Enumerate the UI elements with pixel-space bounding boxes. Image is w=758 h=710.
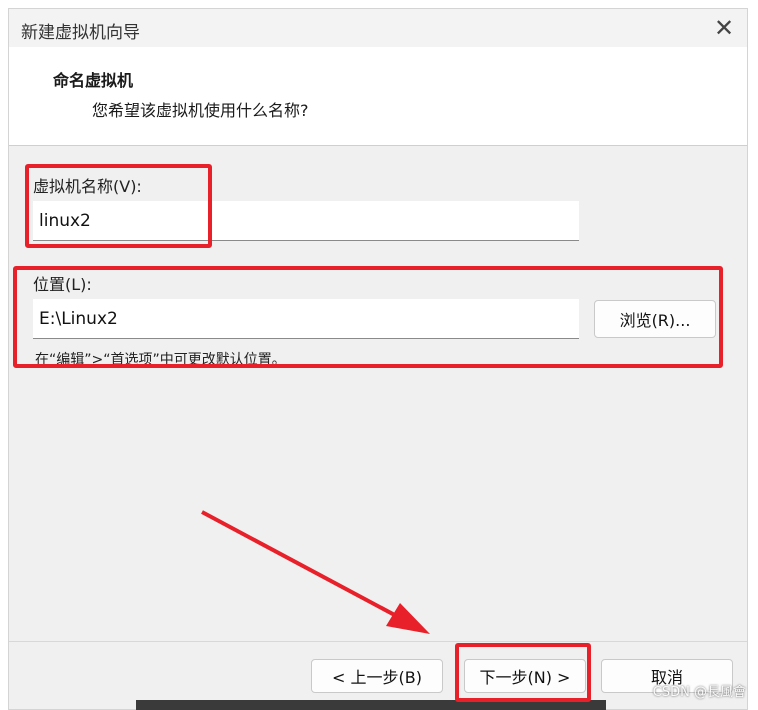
page-subtitle: 您希望该虚拟机使用什么名称?	[92, 101, 309, 120]
wizard-header: 命名虚拟机 您希望该虚拟机使用什么名称?	[9, 47, 747, 146]
background-window-strip	[136, 700, 606, 710]
location-label: 位置(L):	[33, 275, 92, 294]
location-input[interactable]	[33, 299, 579, 339]
default-location-hint: 在“编辑”>“首选项”中可更改默认位置。	[35, 352, 286, 368]
back-button[interactable]: < 上一步(B)	[311, 659, 443, 693]
watermark: CSDN @長風會	[652, 685, 746, 700]
close-icon[interactable]: ✕	[711, 15, 737, 41]
vm-name-label: 虚拟机名称(V):	[33, 177, 142, 196]
new-vm-wizard-dialog: 新建虚拟机向导 ✕ 命名虚拟机 您希望该虚拟机使用什么名称? 虚拟机名称(V):…	[8, 8, 748, 710]
footer-divider	[9, 641, 747, 642]
vm-name-input[interactable]	[33, 201, 579, 241]
next-button[interactable]: 下一步(N) >	[464, 659, 586, 693]
browse-button[interactable]: 浏览(R)...	[594, 300, 716, 338]
page-title: 命名虚拟机	[53, 71, 134, 90]
title-bar: 新建虚拟机向导 ✕	[9, 9, 747, 47]
window-title: 新建虚拟机向导	[21, 23, 140, 43]
